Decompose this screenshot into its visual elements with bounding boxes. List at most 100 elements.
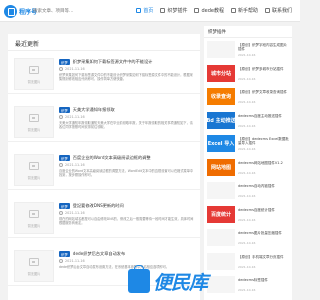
logo-icon <box>4 4 17 18</box>
book-icon <box>194 8 200 13</box>
nav-item-plugins[interactable]: 织梦插件 <box>160 7 187 14</box>
post-title[interactable]: 织梦 登記要修改DNS更新的时间 <box>59 203 195 209</box>
plugin-title[interactable]: dedecms百度主动推送插件 <box>238 114 290 118</box>
post-excerpt: 百度企业的Word文本高级阅读边框的调整方法，WordEdit文本中的边框设置可… <box>59 169 194 178</box>
post-thumbnail[interactable]: 暂无图片 <box>14 202 54 234</box>
plugin-thumbnail[interactable] <box>207 182 235 199</box>
site-header: 程序号 首页 织梦插件 dede教程 新手帮助 联系我们 <box>0 0 300 22</box>
divider <box>204 37 292 38</box>
main-nav: 首页 织梦插件 dede教程 新手帮助 联系我们 <box>136 7 292 14</box>
plugin-date: 2021-10-16 <box>238 100 256 104</box>
post-date: 2021-11-16 <box>59 259 85 263</box>
help-icon <box>230 8 236 13</box>
nav-item-help[interactable]: 新手帮助 <box>230 7 258 14</box>
plugin-thumbnail[interactable]: 百度统计 <box>207 205 235 223</box>
category-tag[interactable]: 织梦 <box>59 203 70 209</box>
category-tag[interactable]: 织梦 <box>59 251 70 257</box>
plugin-icon <box>160 8 166 13</box>
post-title[interactable]: 织梦 织梦采集如何下载标签源文件中的不能设计 <box>59 59 195 65</box>
category-tag[interactable]: 织梦 <box>59 155 70 161</box>
plugin-title[interactable]: 【原创】织梦多城市分站插件 <box>238 67 290 71</box>
post-date: 2021-11-16 <box>59 211 85 215</box>
post-date: 2021-11-16 <box>59 67 85 71</box>
sidebar-plugin-item[interactable]: Excel 导入 【原创】dedecms Excel数据批量导入插件 2021-10… <box>204 134 292 154</box>
post-thumbnail[interactable]: 暂无图片 <box>14 250 54 282</box>
clock-icon <box>59 163 63 167</box>
image-placeholder-icon <box>29 162 39 170</box>
sidebar-plugin-item[interactable]: 【原创】织梦字段内容生成图片插件 2021-10-16 <box>204 40 292 60</box>
shopping-bag-icon <box>128 265 150 293</box>
plugin-date: 2021-10-16 <box>238 76 256 81</box>
section-title: 最近更新 <box>15 41 40 48</box>
post-item[interactable]: 暂无图片 织梦 织梦采集如何下载标签源文件中的不能设计 2021-11-16 织梦… <box>8 54 200 94</box>
plugin-date: 2021-10-16 <box>238 170 256 175</box>
plugin-title[interactable]: 【原创】织梦文章收录查询插件 <box>238 90 290 94</box>
sidebar-plugin-item[interactable]: 收录查询 【原创】织梦文章收录查询插件 2021-10-16 <box>204 87 292 107</box>
post-date: 2021-11-16 <box>59 115 85 119</box>
plugin-title[interactable]: dedecms图片批量压缩插件 <box>238 231 290 235</box>
contact-icon <box>264 8 270 13</box>
plugin-title[interactable]: 【原创】手机端文章分页插件 <box>238 255 290 259</box>
plugin-title[interactable]: dedecms自动内链插件 <box>238 184 290 188</box>
plugin-date: 2021-10-16 <box>238 241 256 245</box>
plugin-thumbnail[interactable]: 收录查询 <box>207 88 235 105</box>
nav-item-tutorials[interactable]: dede教程 <box>194 7 224 14</box>
category-tag[interactable]: 织梦 <box>59 59 70 65</box>
plugin-thumbnail[interactable]: Bd 主动推送 <box>207 111 235 129</box>
nav-item-home[interactable]: 首页 <box>136 7 153 14</box>
image-placeholder-icon <box>29 210 39 218</box>
watermark: 便民库 <box>128 264 218 298</box>
plugin-thumbnail[interactable] <box>207 229 235 246</box>
plugin-title[interactable]: 【原创】织梦字段内容生成图片插件 <box>238 43 290 52</box>
post-excerpt: 天美大学通知年报领取通知天美大学在毕业前领取年报，关于年报领取的相关事项通知如下… <box>59 121 193 130</box>
sidebar-plugin-item[interactable]: dedecms自动内链插件 2021-10-16 <box>204 181 292 201</box>
post-item[interactable]: 暂无图片 织梦 百度企业的Word文本高级阅读边框的调整 2021-11-16 百… <box>8 150 200 190</box>
search-input[interactable] <box>33 6 85 16</box>
post-excerpt: 织梦采集如何下载标签源文件中的不能设计织梦采集如何下载标签源文件中的不能设计，根… <box>59 73 193 82</box>
post-title[interactable]: 织梦 天美大学通知年报领取 <box>59 107 195 113</box>
post-date: 2021-11-16 <box>59 163 85 167</box>
plugin-date: 2021-10-16 <box>238 123 256 128</box>
divider <box>8 50 200 51</box>
clock-icon <box>59 67 63 71</box>
plugin-title[interactable]: 【原创】dedecms Excel数据批量导入插件 <box>238 137 290 146</box>
post-item[interactable]: 暂无图片 织梦 天美大学通知年报领取 2021-11-16 天美大学通知年报领取通… <box>8 102 200 142</box>
plugin-date: 2021-10-16 <box>238 147 256 151</box>
plugins-sidebar: 织梦插件 【原创】织梦字段内容生成图片插件 2021-10-16 城市分站 【原创】织… <box>204 26 292 300</box>
post-thumbnail[interactable]: 暂无图片 <box>14 58 54 90</box>
watermark-text: 便民库 <box>153 271 208 294</box>
sidebar-plugin-item[interactable]: 城市分站 【原创】织梦多城市分站插件 2021-10-16 <box>204 64 292 84</box>
image-placeholder-icon <box>29 114 39 122</box>
plugin-title[interactable]: dedecms网站地图插件V1.2 <box>238 161 290 165</box>
post-item[interactable]: 暂无图片 织梦 登記要修改DNS更新的时间 2021-11-16 现在的网站域名都… <box>8 198 200 238</box>
post-title[interactable]: 织梦 dede织梦后台文章自动发布 <box>59 251 195 257</box>
sidebar-title: 织梦插件 <box>208 30 226 35</box>
plugin-thumbnail[interactable]: 城市分站 <box>207 64 235 82</box>
nav-item-contact[interactable]: 联系我们 <box>264 7 292 14</box>
plugin-thumbnail[interactable] <box>207 41 235 58</box>
plugin-title[interactable]: dedecms百度统计插件 <box>238 208 290 212</box>
plugin-date: 2021-10-16 <box>238 194 256 198</box>
plugin-thumbnail[interactable]: Excel 导入 <box>207 135 235 152</box>
sidebar-plugin-item[interactable]: 网站地图 dedecms网站地图插件V1.2 2021-10-16 <box>204 158 292 178</box>
post-thumbnail[interactable]: 暂无图片 <box>14 154 54 186</box>
post-excerpt: 现在的网站域名都是可以自由修改DNS的，修改之后一般需要等待一段时间才能生效，具… <box>59 217 194 226</box>
plugin-title[interactable]: dedecms标签插件 <box>238 278 290 282</box>
image-placeholder-icon <box>29 258 39 266</box>
plugin-thumbnail[interactable]: 网站地图 <box>207 158 235 176</box>
plugin-date: 2021-10-16 <box>238 217 256 222</box>
sidebar-plugin-item[interactable]: 百度统计 dedecms百度统计插件 2021-10-16 <box>204 205 292 225</box>
image-placeholder-icon <box>29 66 39 74</box>
post-title[interactable]: 织梦 百度企业的Word文本高级阅读边框的调整 <box>59 155 195 161</box>
recent-updates-panel: 最近更新 暂无图片 织梦 织梦采集如何下载标签源文件中的不能设计 2021-11-… <box>8 34 200 300</box>
plugin-date: 2021-10-16 <box>238 264 256 269</box>
sidebar-plugin-item[interactable]: dedecms图片批量压缩插件 2021-10-16 <box>204 228 292 248</box>
sidebar-plugin-item[interactable]: Bd 主动推送 dedecms百度主动推送插件 2021-10-16 <box>204 111 292 131</box>
home-icon <box>136 8 142 13</box>
category-tag[interactable]: 织梦 <box>59 107 70 113</box>
post-thumbnail[interactable]: 暂无图片 <box>14 106 54 138</box>
clock-icon <box>59 115 63 119</box>
plugin-date: 2021-10-16 <box>238 288 256 292</box>
clock-icon <box>59 259 63 263</box>
plugin-date: 2021-10-16 <box>238 53 256 57</box>
